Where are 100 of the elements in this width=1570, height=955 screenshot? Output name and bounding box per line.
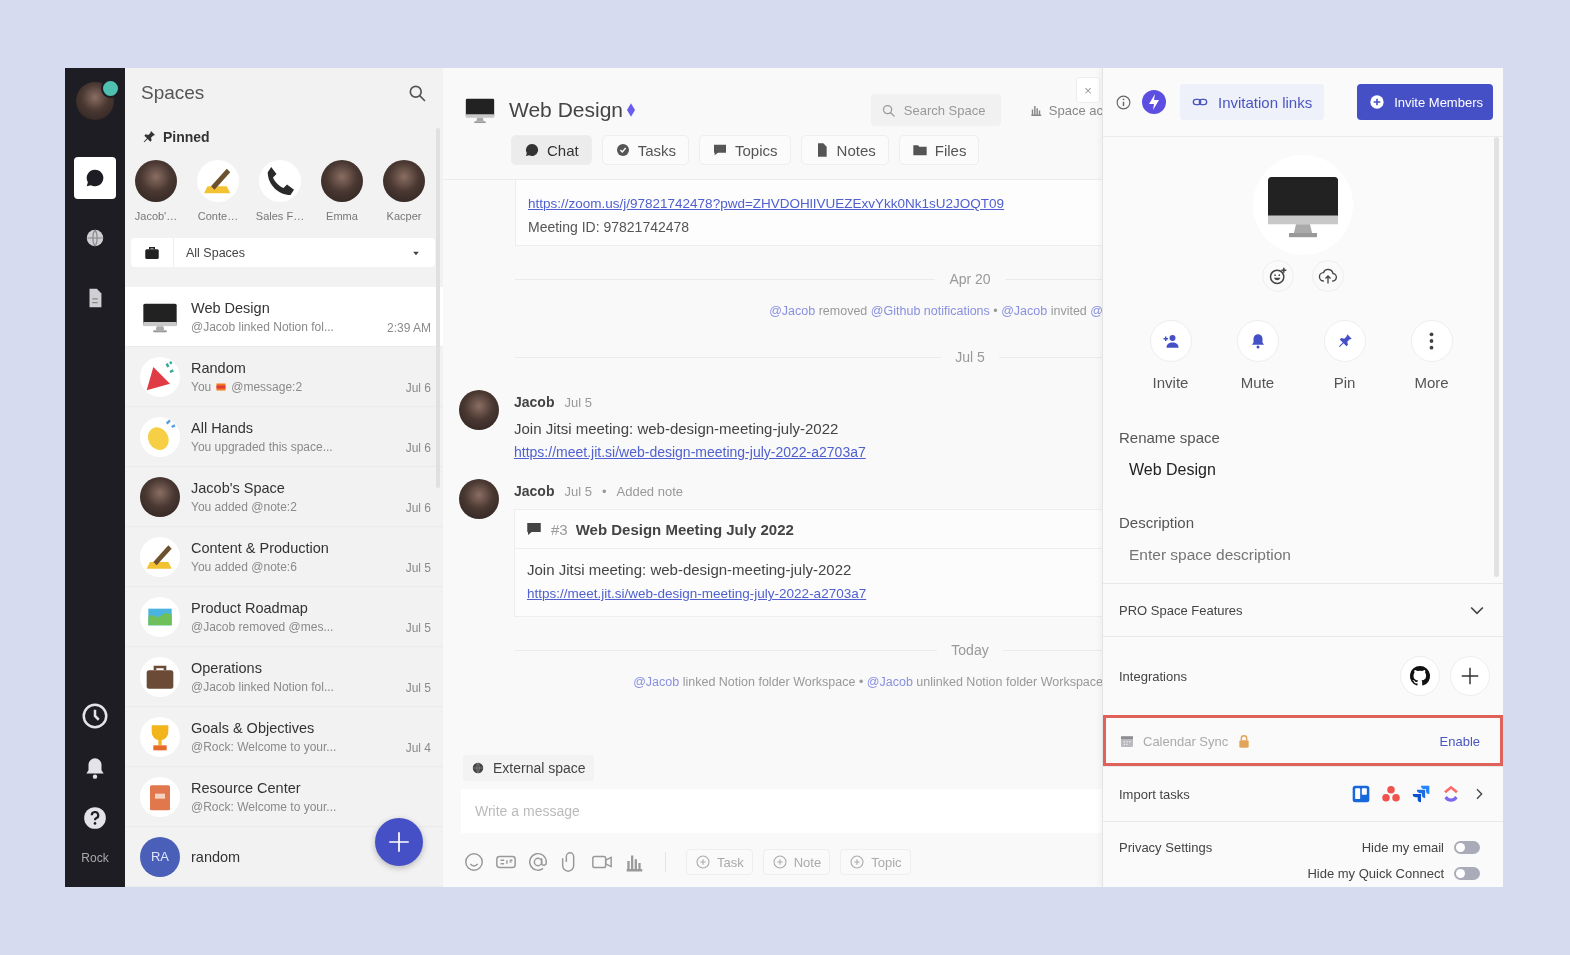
preview-text: @Jacob linked Notion fol... <box>191 679 334 694</box>
writing-hand-icon <box>197 160 239 203</box>
space-activity-button[interactable]: Space ac <box>1028 102 1103 118</box>
description-field[interactable]: Enter space description <box>1119 531 1487 569</box>
github-icon <box>1408 664 1432 688</box>
add-integration-button[interactable] <box>1450 656 1490 696</box>
avatar-photo <box>459 390 499 430</box>
emoji-icon[interactable] <box>463 851 485 873</box>
space-list-item[interactable]: Goals & Objectives @Rock: Welcome to your... Jul 4 <box>125 707 443 767</box>
chat-bubble-icon <box>84 167 106 189</box>
at-sign-icon[interactable] <box>527 851 549 873</box>
avatar-initials: RA <box>140 836 180 877</box>
waving-hand-icon <box>140 416 180 457</box>
globe-icon <box>471 761 485 775</box>
avatar-photo <box>383 160 425 203</box>
scrollbar[interactable] <box>1494 137 1499 577</box>
time-label: Jul 6 <box>405 441 431 457</box>
action-button[interactable]: More <box>1388 320 1475 391</box>
add-icon <box>771 854 788 870</box>
tab[interactable]: Topics <box>699 135 791 165</box>
avatar-photo <box>76 82 114 120</box>
jira-icon[interactable] <box>1411 784 1431 804</box>
date-separator: Apr 20 <box>949 271 991 287</box>
message-time: Jul 5 <box>564 484 592 499</box>
preview-text: @Jacob removed @mes... <box>191 619 334 634</box>
trello-icon[interactable] <box>1351 784 1371 804</box>
add-emoji-button[interactable] <box>1262 260 1294 292</box>
pinned-space[interactable]: Conte… <box>187 160 249 223</box>
pinned-space[interactable]: Jacob'… <box>125 160 187 223</box>
link[interactable]: https://meet.jit.si/web-design-meeting-july-2022-a2703a7 <box>527 586 867 601</box>
message-time: Jul 5 <box>564 395 592 410</box>
asana-icon[interactable] <box>1381 784 1401 804</box>
globe-icon <box>84 227 106 249</box>
toggle-label: Hide my email <box>1361 839 1444 855</box>
space-name: Web Design <box>191 299 271 316</box>
nav-button[interactable] <box>74 157 116 199</box>
tab[interactable]: Files <box>898 135 980 165</box>
field-label: Rename space <box>1119 429 1221 446</box>
space-name: Product Roadmap <box>191 599 309 616</box>
action-button[interactable]: Mute <box>1214 320 1301 391</box>
toggle-switch[interactable] <box>1454 866 1480 880</box>
status-badge <box>101 79 120 98</box>
space-title: Web Design <box>509 98 623 122</box>
time-label: Jul 5 <box>405 561 431 577</box>
invite-members-button[interactable]: Invite Members <box>1357 84 1493 120</box>
space-name: Operations <box>191 659 263 676</box>
tab[interactable]: Chat <box>511 135 592 165</box>
note-number: #3 <box>551 520 568 538</box>
author-name: Jacob <box>514 483 555 499</box>
writing-hand-icon <box>140 536 180 577</box>
space-list-item[interactable]: Web Design @Jacob linked Notion fol... 2:39 AM <box>125 287 443 347</box>
phone-icon <box>259 160 301 203</box>
note-card[interactable]: #3 Web Design Meeting July 2022 Join Jitsi meeting: web-design-meeting-july-2022 https://meet.jit.si/web-design-meeting-july-2022-a2703a7 <box>514 509 1103 617</box>
time-label: Jul 5 <box>405 681 431 697</box>
preview-text: You upgraded this space... <box>191 439 333 454</box>
lightning-icon[interactable] <box>1142 90 1166 114</box>
pinned-space[interactable]: Emma <box>311 160 373 223</box>
new-space-button[interactable] <box>375 818 423 866</box>
link[interactable]: https://zoom.us/j/97821742478?pwd=ZHVDOHlIVUEZExvYkk0Nk1sU2JOQT09 <box>528 196 1090 211</box>
row-label: Privacy Settings <box>1119 840 1213 855</box>
calendar-sync-row: Calendar Sync Enable <box>1103 715 1503 766</box>
toggle-switch[interactable] <box>1454 840 1480 854</box>
info-icon[interactable] <box>1115 93 1132 111</box>
activity-text: @Jacob linked Notion folder Workspace • @Jacob unlinked Notion folder Workspace <box>632 675 1103 691</box>
message-text: Meeting ID: 97821742478 <box>528 219 691 235</box>
avatar-photo <box>135 160 177 203</box>
link[interactable]: https://meet.jit.si/web-design-meeting-july-2022-a2703a7 <box>514 444 866 460</box>
speech-bubble-icon <box>712 142 729 158</box>
space-list-item[interactable]: Operations @Jacob linked Notion fol... Jul 5 <box>125 647 443 707</box>
toggle-label: Hide my Quick Connect <box>1307 865 1444 881</box>
more-icon <box>1429 332 1434 350</box>
briefcase-icon <box>140 656 180 697</box>
upload-button[interactable] <box>1312 260 1344 292</box>
row-label: Integrations <box>1119 668 1187 684</box>
folder-icon <box>911 142 928 158</box>
help-icon[interactable] <box>82 805 108 831</box>
pinned-space[interactable]: Kacper <box>373 160 435 223</box>
speech-bubble-icon <box>525 520 543 538</box>
preview-text: @message:2 <box>231 379 303 394</box>
enable-link[interactable]: Enable <box>1439 733 1480 749</box>
space-name: Jacob's Space <box>191 479 286 496</box>
space-name-field[interactable]: Web Design <box>1119 446 1487 484</box>
invitation-links-button[interactable]: Invitation links <box>1180 84 1325 120</box>
integration-button[interactable] <box>1400 656 1440 696</box>
clock-icon[interactable] <box>80 701 110 731</box>
pro-features-row[interactable]: PRO Space Features <box>1103 583 1503 636</box>
pinned-space[interactable]: Sales F… <box>249 160 311 223</box>
action-button[interactable]: Invite <box>1127 320 1214 391</box>
action-button[interactable]: Pin <box>1301 320 1388 391</box>
space-list-item[interactable]: Product Roadmap @Jacob removed @mes... Jul 5 <box>125 587 443 647</box>
date-separator: Jul 5 <box>955 349 985 365</box>
space-list-item[interactable]: Content & Production You added @note:6 Jul 5 <box>125 527 443 587</box>
tab[interactable]: Tasks <box>601 135 690 165</box>
clickup-icon[interactable] <box>1441 784 1461 804</box>
separator-dot: • <box>601 484 607 499</box>
search-icon[interactable] <box>407 83 427 104</box>
add-person-icon <box>1161 332 1180 350</box>
space-list-item[interactable]: Jacob's Space You added @note:2 Jul 6 <box>125 467 443 527</box>
tab[interactable]: Notes <box>800 135 889 165</box>
activity-icon <box>1028 103 1043 117</box>
